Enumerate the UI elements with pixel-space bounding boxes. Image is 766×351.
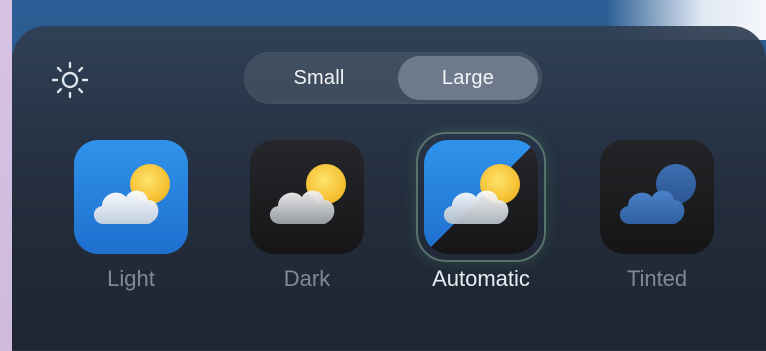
appearance-option-dark[interactable]: Dark (242, 132, 372, 302)
appearance-option-tinted[interactable]: Tinted (592, 132, 722, 302)
weather-automatic-icon (424, 140, 538, 254)
weather-tinted-icon (600, 140, 714, 254)
appearance-label-automatic: Automatic (432, 266, 530, 291)
sun-icon[interactable] (50, 60, 90, 100)
size-large-button[interactable]: Large (398, 56, 538, 100)
appearance-option-light[interactable]: Light (66, 132, 196, 302)
appearance-label-light: Light (107, 266, 155, 291)
weather-light-icon (74, 140, 188, 254)
size-small-button[interactable]: Small (248, 56, 390, 100)
appearance-option-automatic[interactable]: Automatic (416, 132, 546, 302)
appearance-label-tinted: Tinted (626, 266, 688, 291)
size-segmented-control: Small Large (244, 52, 542, 104)
weather-dark-icon (250, 140, 364, 254)
appearance-label-dark: Dark (283, 266, 331, 291)
